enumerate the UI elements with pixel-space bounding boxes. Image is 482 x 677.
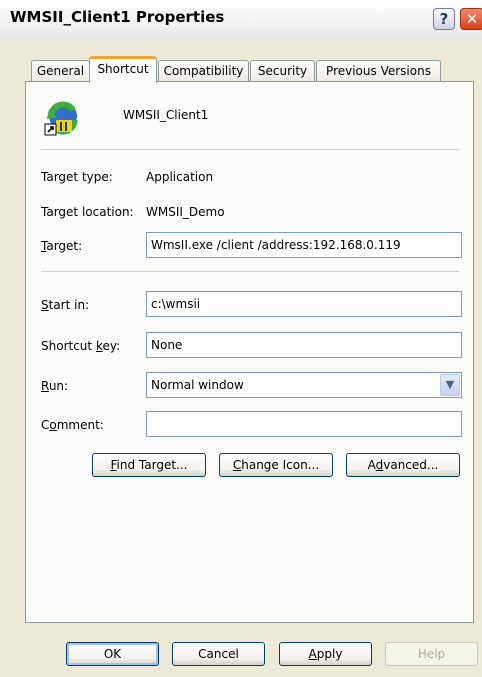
run-select[interactable]: Normal window ▼ xyxy=(146,372,462,398)
tab-previous-versions[interactable]: Previous Versions xyxy=(316,60,441,82)
change-icon-button[interactable]: Change Icon... xyxy=(219,453,333,477)
tab-compatibility[interactable]: Compatibility xyxy=(158,60,249,82)
shortcut-key-input[interactable]: None xyxy=(146,332,462,358)
advanced-button[interactable]: Advanced... xyxy=(346,453,460,477)
run-select-value: Normal window xyxy=(151,378,244,392)
ok-button[interactable]: OK xyxy=(66,642,159,666)
tab-general[interactable]: General xyxy=(31,60,90,82)
target-label: Target: xyxy=(41,239,83,253)
target-type-value: Application xyxy=(146,170,214,184)
window-title: WMSII_Client1 Properties xyxy=(10,8,225,26)
cancel-button[interactable]: Cancel xyxy=(172,642,265,666)
target-location-label: Target location: xyxy=(41,205,134,219)
tab-shortcut[interactable]: Shortcut xyxy=(89,56,157,83)
find-target-button[interactable]: Find Target... xyxy=(92,453,206,477)
close-button[interactable]: ✕ xyxy=(460,8,482,30)
target-location-value: WMSII_Demo xyxy=(146,205,225,219)
target-type-label: Target type: xyxy=(41,170,113,184)
comment-label: Comment: xyxy=(41,418,104,432)
run-label: Run: xyxy=(41,379,69,393)
tab-security[interactable]: Security xyxy=(250,60,315,82)
comment-input[interactable] xyxy=(146,411,462,437)
shortcut-name: WMSII_Client1 xyxy=(123,108,209,122)
divider xyxy=(41,271,459,273)
help-title-button[interactable]: ? xyxy=(433,8,455,30)
start-in-input[interactable]: c:\wmsii xyxy=(146,291,462,317)
help-button[interactable]: Help xyxy=(385,642,478,666)
properties-dialog: WMSII_Client1 Properties ? ✕ General Sho… xyxy=(0,0,482,677)
shortcut-key-label: Shortcut key: xyxy=(41,339,121,353)
title-bar[interactable]: WMSII_Client1 Properties ? ✕ xyxy=(0,0,482,40)
application-icon xyxy=(44,101,78,136)
target-input[interactable]: WmsII.exe /client /address:192.168.0.119 xyxy=(146,232,462,258)
chevron-down-icon[interactable]: ▼ xyxy=(440,374,460,396)
divider xyxy=(41,149,459,151)
apply-button[interactable]: Apply xyxy=(279,642,372,666)
start-in-label: Start in: xyxy=(41,298,90,312)
